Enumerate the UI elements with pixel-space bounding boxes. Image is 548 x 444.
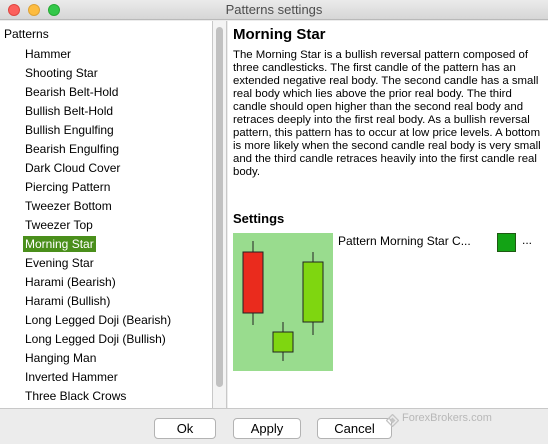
cancel-button[interactable]: Cancel (317, 418, 392, 439)
pattern-description: The Morning Star is a bullish reversal p… (233, 49, 541, 178)
tree-item-bearish-engulfing[interactable]: Bearish Engulfing (0, 140, 212, 159)
tree-item-dark-cloud-cover[interactable]: Dark Cloud Cover (0, 159, 212, 178)
tree-item-tweezer-top[interactable]: Tweezer Top (0, 216, 212, 235)
pattern-color-setting-label: Pattern Morning Star C... (338, 234, 471, 248)
tree-root-label[interactable]: Patterns (4, 27, 49, 41)
tree-item-evening-star[interactable]: Evening Star (0, 254, 212, 273)
ok-button[interactable]: Ok (154, 418, 216, 439)
tree-item-harami-bearish[interactable]: Harami (Bearish) (0, 273, 212, 292)
title-bar: Patterns settings (0, 0, 548, 20)
tree-item-long-legged-doji-bearish[interactable]: Long Legged Doji (Bearish) (0, 311, 212, 330)
tree-item-inverted-hammer[interactable]: Inverted Hammer (0, 368, 212, 387)
pattern-details-panel: Morning Star The Morning Star is a bulli… (228, 21, 548, 408)
pattern-preview-chart (233, 233, 333, 371)
tree-scrollbar[interactable] (213, 21, 227, 408)
patterns-tree: Patterns Hammer Shooting Star Bearish Be… (0, 21, 213, 408)
forexbrokers-logo-icon (386, 414, 399, 427)
candle-3-bullish-body (302, 261, 324, 323)
tree-item-harami-bullish[interactable]: Harami (Bullish) (0, 292, 212, 311)
tree-item-bullish-belt-hold[interactable]: Bullish Belt-Hold (0, 102, 212, 121)
candlestick-preview (242, 241, 324, 361)
patterns-list: Hammer Shooting Star Bearish Belt-Hold B… (0, 45, 212, 406)
tree-item-tweezer-bottom[interactable]: Tweezer Bottom (0, 197, 212, 216)
window-title: Patterns settings (225, 2, 323, 17)
tree-item-three-black-crows[interactable]: Three Black Crows (0, 387, 212, 406)
tree-item-bullish-engulfing[interactable]: Bullish Engulfing (0, 121, 212, 140)
tree-item-shooting-star[interactable]: Shooting Star (0, 64, 212, 83)
settings-header: Settings (233, 211, 285, 226)
tree-item-hanging-man[interactable]: Hanging Man (0, 349, 212, 368)
tree-item-piercing-pattern[interactable]: Piercing Pattern (0, 178, 212, 197)
pattern-title: Morning Star (233, 26, 326, 43)
forexbrokers-watermark: ForexBrokers.com (402, 412, 492, 424)
tree-item-long-legged-doji-bullish[interactable]: Long Legged Doji (Bullish) (0, 330, 212, 349)
pattern-color-more-button[interactable]: ... (522, 233, 532, 247)
pattern-color-swatch[interactable] (497, 233, 516, 252)
tree-scrollbar-thumb[interactable] (216, 27, 223, 387)
candle-1-bearish-body (242, 251, 264, 314)
tree-item-bearish-belt-hold[interactable]: Bearish Belt-Hold (0, 83, 212, 102)
tree-item-hammer[interactable]: Hammer (0, 45, 212, 64)
candle-2-small-body (272, 331, 294, 353)
tree-item-morning-star[interactable]: Morning Star (0, 235, 212, 254)
apply-button[interactable]: Apply (233, 418, 301, 439)
